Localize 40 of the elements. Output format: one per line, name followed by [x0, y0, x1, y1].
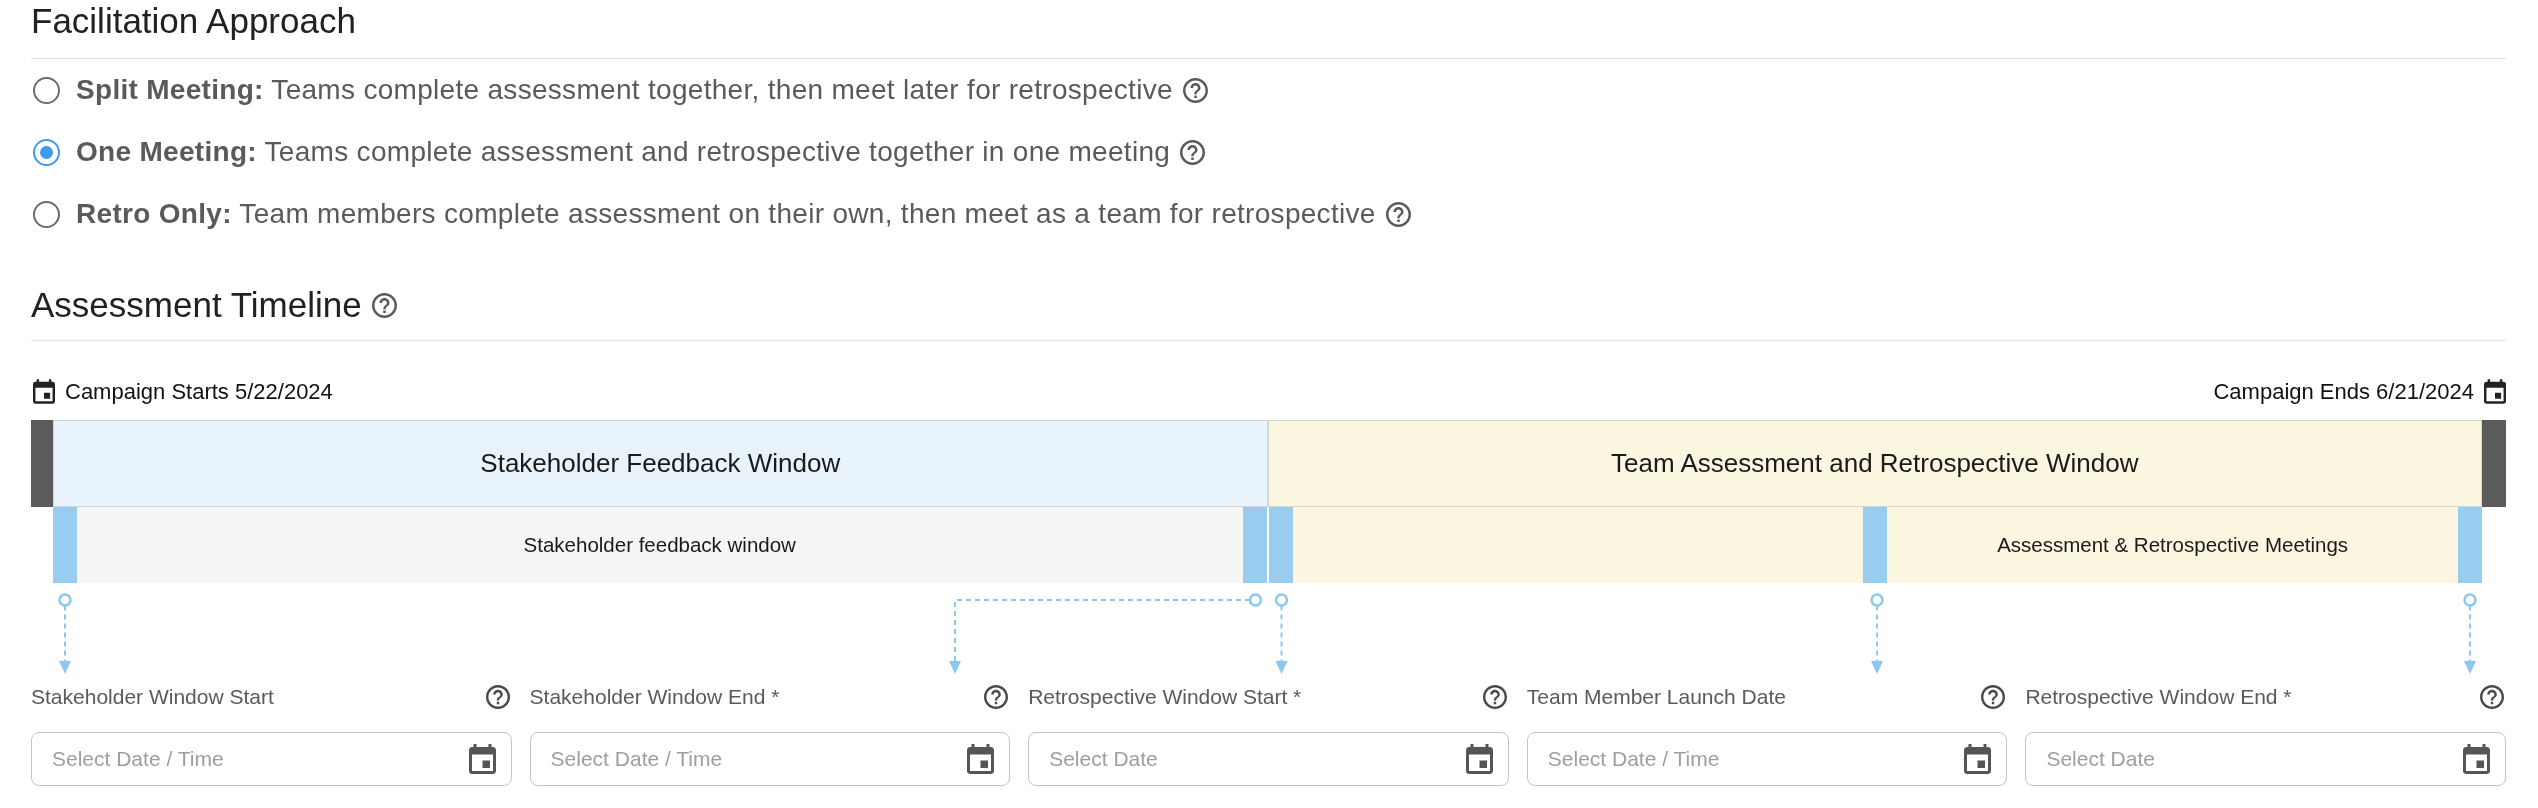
section-heading: Facilitation Approach	[31, 2, 356, 40]
field-label: Team Member Launch Date	[1526, 684, 1786, 711]
field-label: Retrospective Window End *	[2025, 684, 2292, 711]
calendar-icon[interactable]	[1964, 744, 1992, 774]
date-field[interactable]: Select Date	[1028, 732, 1509, 786]
date-field[interactable]: Select Date / Time	[31, 732, 512, 786]
field-label: Stakeholder Window End *	[529, 684, 780, 711]
campaign-start-label: Campaign Starts 5/22/2024	[65, 377, 333, 406]
help-icon[interactable]	[1981, 685, 2006, 709]
field-label: Retrospective Window Start *	[1028, 684, 1302, 711]
date-field[interactable]: Select Date	[2025, 732, 2506, 786]
option-text: One Meeting: Teams complete assessment and retrospective together in one meeting	[76, 135, 1171, 169]
help-icon[interactable]	[1182, 77, 1208, 103]
calendar-icon[interactable]	[2463, 744, 2490, 774]
radio-button[interactable]	[33, 200, 60, 228]
calendar-icon	[33, 378, 55, 404]
help-icon[interactable]	[485, 685, 510, 709]
calendar-icon[interactable]	[468, 744, 496, 774]
help-icon[interactable]	[371, 292, 397, 318]
date-field[interactable]: Select Date / Time	[1526, 732, 2008, 786]
calendar-icon	[2484, 378, 2506, 404]
phase-label: Stakeholder feedback window	[523, 531, 796, 558]
radio-button[interactable]	[33, 76, 60, 104]
option-text: Retro Only: Team members complete assessment on their own, then meet as a team for retrospective	[76, 197, 1376, 231]
phase-label: Assessment & Retrospective Meetings	[1997, 531, 2349, 558]
calendar-icon[interactable]	[1465, 744, 1493, 774]
window-label: Team Assessment and Retrospective Window	[1611, 447, 2139, 480]
help-icon[interactable]	[1385, 201, 1411, 227]
option-text: Split Meeting: Teams complete assessment together, then meet later for retrospective	[76, 73, 1173, 107]
window-label: Stakeholder Feedback Window	[480, 447, 841, 480]
help-icon[interactable]	[2480, 685, 2504, 709]
help-icon[interactable]	[984, 685, 1009, 709]
radio-button[interactable]	[33, 138, 60, 166]
help-icon[interactable]	[1482, 685, 1507, 709]
date-field[interactable]: Select Date / Time	[529, 732, 1011, 786]
campaign-end-label: Campaign Ends 6/21/2024	[2213, 377, 2474, 406]
section-heading: Assessment Timeline	[31, 286, 362, 324]
help-icon[interactable]	[1180, 139, 1206, 165]
field-label: Stakeholder Window Start	[31, 684, 274, 711]
calendar-icon[interactable]	[967, 744, 995, 774]
